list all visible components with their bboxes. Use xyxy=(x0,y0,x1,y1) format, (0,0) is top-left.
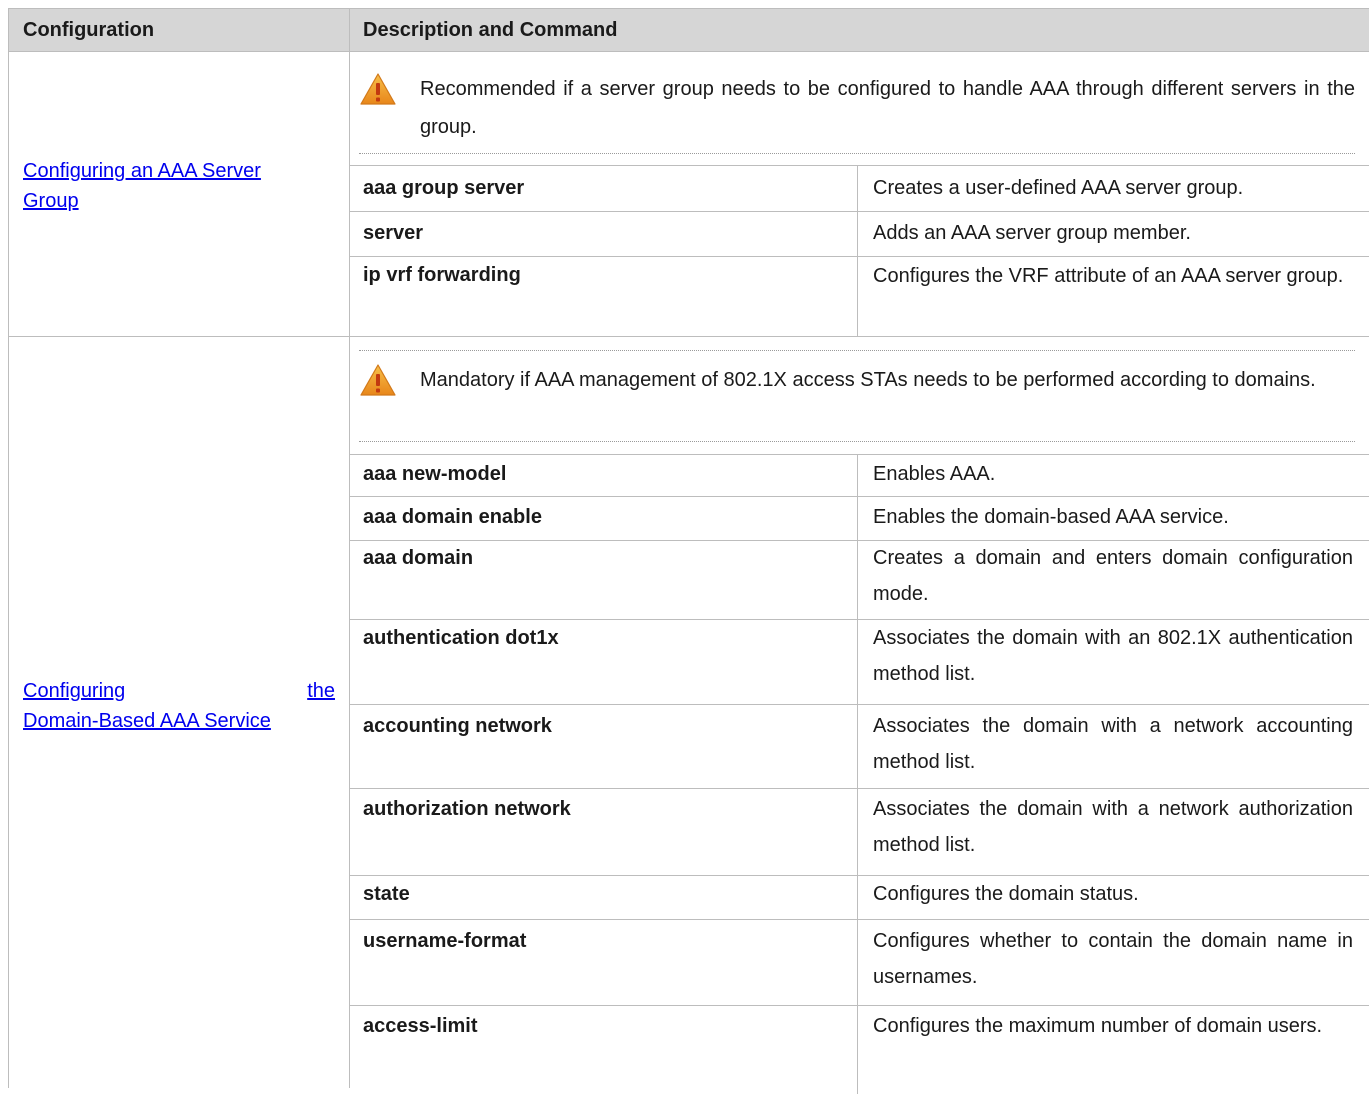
caution-triangle-icon xyxy=(360,364,396,396)
subcolumn-divider xyxy=(857,454,858,1094)
description-cell: Enables the domain-based AAA service. xyxy=(873,506,1229,528)
config-link-domain-service[interactable]: Configuring the Domain-Based AAA Service xyxy=(23,676,335,736)
command-table: Configuration Description and Command Co… xyxy=(8,8,1369,1094)
header-configuration: Configuration xyxy=(23,19,155,41)
command-cell: authentication dot1x xyxy=(363,627,559,649)
row-divider xyxy=(350,919,1369,920)
config-link-line: Configuring an AAA Server xyxy=(23,160,261,182)
note-text: Mandatory if AAA management of 802.1X ac… xyxy=(420,369,1316,391)
note-divider xyxy=(359,153,1355,154)
row-divider xyxy=(350,704,1369,705)
note-text: Recommended if a server group needs to b… xyxy=(420,78,1355,138)
row-divider xyxy=(350,788,1369,789)
config-link-word: Configuring xyxy=(23,680,126,702)
description-cell: Associates the domain with a network acc… xyxy=(873,715,1353,773)
command-cell: authorization network xyxy=(363,798,571,820)
description-cell: Configures whether to contain the domain… xyxy=(873,930,1353,988)
section-divider xyxy=(9,336,1369,337)
row-divider xyxy=(350,1005,1369,1006)
command-cell: state xyxy=(363,883,410,905)
command-cell: aaa group server xyxy=(363,177,525,199)
command-cell: accounting network xyxy=(363,715,552,737)
description-cell: Creates a domain and enters domain confi… xyxy=(873,547,1353,605)
description-cell: Adds an AAA server group member. xyxy=(873,222,1191,244)
caution-triangle-icon xyxy=(360,73,396,105)
command-cell: ip vrf forwarding xyxy=(363,264,521,286)
column-divider xyxy=(349,8,350,1088)
config-link-server-group[interactable]: Configuring an AAA Server Group xyxy=(23,156,335,216)
note-divider xyxy=(359,441,1355,442)
description-cell: Enables AAA. xyxy=(873,463,996,485)
command-cell: username-format xyxy=(363,930,527,952)
command-cell: aaa domain enable xyxy=(363,506,542,528)
subcolumn-divider xyxy=(857,165,858,337)
row-divider xyxy=(350,454,1369,455)
description-cell: Associates the domain with a network aut… xyxy=(873,798,1353,856)
note-divider xyxy=(359,350,1355,351)
command-cell: aaa new-model xyxy=(363,463,507,485)
description-cell: Associates the domain with an 802.1X aut… xyxy=(873,627,1353,685)
description-cell: Configures the domain status. xyxy=(873,883,1139,905)
config-link-line: Configuring the xyxy=(23,676,335,706)
config-link-line: Group xyxy=(23,190,79,212)
row-divider xyxy=(350,496,1369,497)
row-divider xyxy=(350,211,1369,212)
description-cell: Configures the VRF attribute of an AAA s… xyxy=(873,265,1344,287)
command-cell: aaa domain xyxy=(363,547,474,569)
description-cell: Configures the maximum number of domain … xyxy=(873,1015,1323,1037)
config-link-word: the xyxy=(307,680,335,702)
row-divider xyxy=(350,165,1369,166)
command-cell: access-limit xyxy=(363,1015,478,1037)
description-cell: Creates a user-defined AAA server group. xyxy=(873,177,1244,199)
table-header: Configuration Description and Command xyxy=(9,8,1369,52)
config-link-line: Domain-Based AAA Service xyxy=(23,710,271,732)
command-cell: server xyxy=(363,222,424,244)
header-description: Description and Command xyxy=(363,19,618,41)
